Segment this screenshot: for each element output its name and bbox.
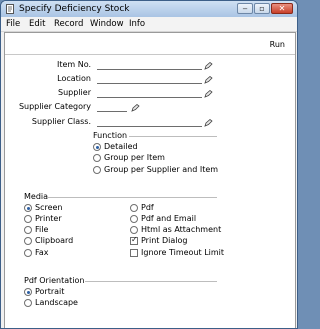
function-detailed-radio[interactable] <box>93 143 101 151</box>
media-pdf-label: Pdf <box>141 203 154 212</box>
media-file-radio[interactable] <box>24 226 32 234</box>
pencil-icon[interactable] <box>204 119 213 127</box>
pencil-icon[interactable] <box>204 90 213 98</box>
media-section-title: Media <box>24 192 49 201</box>
supplier-category-label: Supplier Category <box>18 102 91 111</box>
function-group-per-item-radio[interactable] <box>93 154 101 162</box>
media-clipboard-radio[interactable] <box>24 237 32 245</box>
document-icon <box>6 4 14 14</box>
ignore-timeout-limit-label: Ignore Timeout Limit <box>141 248 225 257</box>
minimize-icon: ‒ <box>242 4 248 13</box>
pencil-icon[interactable] <box>131 104 140 112</box>
function-detailed-label: Detailed <box>104 142 138 151</box>
supplier-label: Supplier <box>58 88 91 97</box>
run-button[interactable]: Run <box>270 40 285 49</box>
menu-bar: File Edit Record Window Info <box>1 17 297 32</box>
title-bar[interactable]: Specify Deficiency Stock ‒ ▫ ✕ <box>1 1 297 17</box>
print-dialog-checkbox[interactable]: ✓ <box>130 235 138 245</box>
media-screen-label: Screen <box>35 203 63 212</box>
media-clipboard-label: Clipboard <box>35 236 74 245</box>
print-dialog-label: Print Dialog <box>141 236 188 245</box>
menu-edit[interactable]: Edit <box>29 19 45 29</box>
pencil-icon[interactable] <box>204 76 213 84</box>
media-pdf-radio[interactable] <box>130 204 138 212</box>
close-icon: ✕ <box>278 4 286 13</box>
maximize-icon: ▫ <box>259 4 265 13</box>
menu-window[interactable]: Window <box>90 19 124 29</box>
media-html-as-attachment-radio[interactable] <box>130 226 138 234</box>
location-label: Location <box>57 74 91 83</box>
item-no-field[interactable] <box>97 60 202 70</box>
window-title: Specify Deficiency Stock <box>19 4 130 14</box>
function-group-per-supplier-and-item-label: Group per Supplier and Item <box>104 165 219 174</box>
orientation-landscape-radio[interactable] <box>24 299 32 307</box>
function-divider <box>129 136 217 137</box>
media-printer-radio[interactable] <box>24 215 32 223</box>
minimize-button[interactable]: ‒ <box>237 3 253 14</box>
report-specification-form: Run Item No. Location Supplier Supplier … <box>4 32 296 328</box>
media-pdf-and-email-label: Pdf and Email <box>141 214 197 223</box>
media-fax-label: Fax <box>35 248 49 257</box>
media-screen-radio[interactable] <box>24 204 32 212</box>
ignore-timeout-limit-checkbox[interactable] <box>130 249 138 257</box>
menu-info[interactable]: Info <box>129 19 145 29</box>
function-group-per-supplier-and-item-radio[interactable] <box>93 166 101 174</box>
maximize-button[interactable]: ▫ <box>254 3 270 14</box>
media-pdf-and-email-radio[interactable] <box>130 215 138 223</box>
checkmark-icon: ✓ <box>131 235 138 244</box>
media-fax-radio[interactable] <box>24 249 32 257</box>
pdf-orientation-section-title: Pdf Orientation <box>24 276 85 285</box>
orientation-landscape-label: Landscape <box>35 298 78 307</box>
function-section-title: Function <box>93 131 128 140</box>
supplier-category-field[interactable] <box>97 102 127 112</box>
menu-file[interactable]: File <box>6 19 20 29</box>
media-html-as-attachment-label: Html as Attachment <box>141 225 222 234</box>
orientation-portrait-radio[interactable] <box>24 288 32 296</box>
supplier-field[interactable] <box>97 88 202 98</box>
toolbar-divider <box>5 54 295 55</box>
location-field[interactable] <box>97 74 202 84</box>
orientation-portrait-label: Portrait <box>35 287 65 296</box>
supplier-class-label: Supplier Class. <box>31 117 91 126</box>
function-group-per-item-label: Group per Item <box>104 153 165 162</box>
window: Specify Deficiency Stock ‒ ▫ ✕ File Edit… <box>0 0 298 329</box>
media-divider <box>47 197 217 198</box>
media-printer-label: Printer <box>35 214 62 223</box>
pdf-orientation-divider <box>85 281 217 282</box>
close-button[interactable]: ✕ <box>271 3 293 14</box>
item-no-label: Item No. <box>56 60 91 69</box>
supplier-class-field[interactable] <box>97 117 202 127</box>
pencil-icon[interactable] <box>204 62 213 70</box>
menu-record[interactable]: Record <box>54 19 83 29</box>
media-file-label: File <box>35 225 49 234</box>
